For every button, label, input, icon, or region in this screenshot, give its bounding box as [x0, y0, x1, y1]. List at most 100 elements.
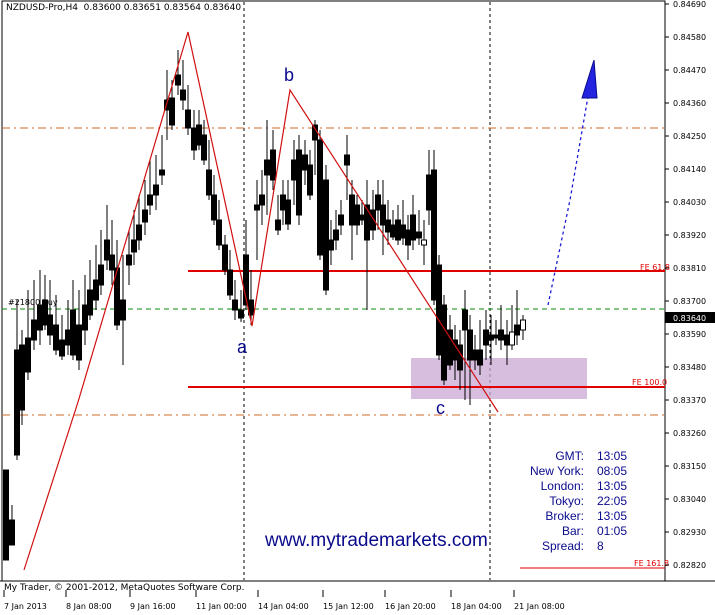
candle-body [509, 331, 515, 346]
candle-body [472, 349, 478, 361]
candle-body [136, 224, 142, 241]
price-tick-label: 0.83700 [673, 297, 706, 306]
candle-body [153, 184, 159, 196]
time-tick-label: 21 Jan 08:00 [514, 602, 565, 611]
price-tick-label: 0.84690 [673, 0, 706, 9]
candle-body [421, 239, 427, 246]
price-chart[interactable]: FE 61.8FE 100.0FE 161.8#21800 buy0.84690… [0, 0, 715, 615]
candle-body [493, 334, 499, 339]
candle-body [410, 214, 416, 241]
price-tick-label: 0.83480 [673, 363, 706, 372]
price-tick-label: 0.83370 [673, 396, 706, 405]
candle [441, 295, 447, 385]
candle-body [441, 304, 447, 381]
candle-body [185, 109, 191, 129]
candle-body [416, 231, 422, 239]
candle-body [380, 204, 386, 226]
candle-body [169, 97, 175, 126]
candle-body [191, 127, 197, 151]
price-tick-label: 0.82930 [673, 528, 706, 537]
candle-body [467, 329, 473, 361]
candle-body [147, 194, 153, 206]
candle-body [270, 149, 276, 181]
candle-body [323, 179, 329, 291]
price-tick-label: 0.84030 [673, 198, 706, 207]
candle-body [254, 204, 260, 211]
candle-body [131, 239, 137, 253]
candle-body [232, 299, 238, 311]
candle-body [65, 329, 71, 346]
time-tick-label: 14 Jan 04:00 [258, 602, 309, 611]
candle-body [104, 239, 110, 261]
price-tick-label: 0.84470 [673, 66, 706, 75]
candle-body [259, 194, 265, 206]
time-tick-label: 8 Jan 08:00 [66, 602, 112, 611]
candle-body [180, 89, 186, 101]
candle-body [109, 254, 115, 271]
candle-body [477, 349, 483, 366]
candle-body [175, 74, 181, 86]
wave-label-a: a [237, 337, 248, 357]
candle-body [3, 469, 9, 561]
candle-body [47, 314, 53, 336]
candle-body [426, 174, 432, 211]
candle-body [285, 199, 291, 225]
candle-body [37, 304, 43, 331]
candle-body [462, 309, 468, 331]
order-label: #21800 buy [8, 298, 58, 307]
candle-body [93, 279, 99, 301]
candle-body [431, 169, 437, 301]
candle [317, 130, 323, 260]
candle-body [201, 134, 207, 161]
price-tick-label: 0.84580 [673, 33, 706, 42]
candle-body [264, 159, 270, 176]
candle-body [227, 269, 233, 296]
price-tick-label: 0.82820 [673, 561, 706, 570]
wave-label-c: c [436, 398, 445, 418]
buy-zone [411, 358, 587, 399]
price-tick-label: 0.83920 [673, 231, 706, 240]
candle-body [82, 304, 88, 331]
trading-chart-window[interactable]: FE 61.8 FE 100.0 FE 161.8 #21800 buy 0.84690… [0, 0, 715, 615]
candle-body [395, 219, 401, 241]
current-price-label: 0.83640 [673, 314, 706, 323]
price-tick-label: 0.84360 [673, 99, 706, 108]
candle-body [19, 344, 25, 411]
candle-body [333, 229, 339, 241]
candle-body [120, 299, 126, 321]
candle-body [9, 519, 15, 546]
candle [3, 469, 9, 561]
candle-body [98, 264, 104, 286]
candle-body [328, 239, 334, 251]
candle-body [280, 194, 286, 211]
candle-body [317, 139, 323, 256]
price-tick-label: 0.83150 [673, 462, 706, 471]
price-tick-label: 0.83810 [673, 264, 706, 273]
candle-body [222, 244, 228, 271]
candle-body [87, 289, 93, 316]
time-tick-label: 7 Jan 2013 [4, 602, 47, 611]
candle-body [302, 154, 308, 171]
price-tick-label: 0.84250 [673, 132, 706, 141]
candle [436, 255, 442, 360]
candle-body [359, 214, 365, 221]
candle-body [275, 219, 281, 231]
candle [323, 165, 329, 295]
candle-body [385, 219, 391, 233]
time-tick-label: 9 Jan 16:00 [130, 602, 176, 611]
website-watermark: www.mytrademarkets.com [265, 530, 488, 551]
candle [431, 150, 437, 305]
wave-label-b: b [284, 65, 295, 85]
candle-body [520, 319, 526, 331]
candle-body [436, 264, 442, 356]
candle-body [126, 254, 132, 266]
price-tick-label: 0.83260 [673, 429, 706, 438]
candle-body [14, 349, 20, 456]
candle-body [400, 224, 406, 239]
candle-body [405, 229, 411, 246]
chart-header: NZDUSD-Pro,H4 0.83600 0.83651 0.83564 0.… [6, 3, 242, 13]
candle-body [488, 334, 494, 341]
fib-100-label: FE 100.0 [632, 378, 667, 387]
candle-body [296, 149, 302, 216]
candle-body [59, 339, 65, 357]
